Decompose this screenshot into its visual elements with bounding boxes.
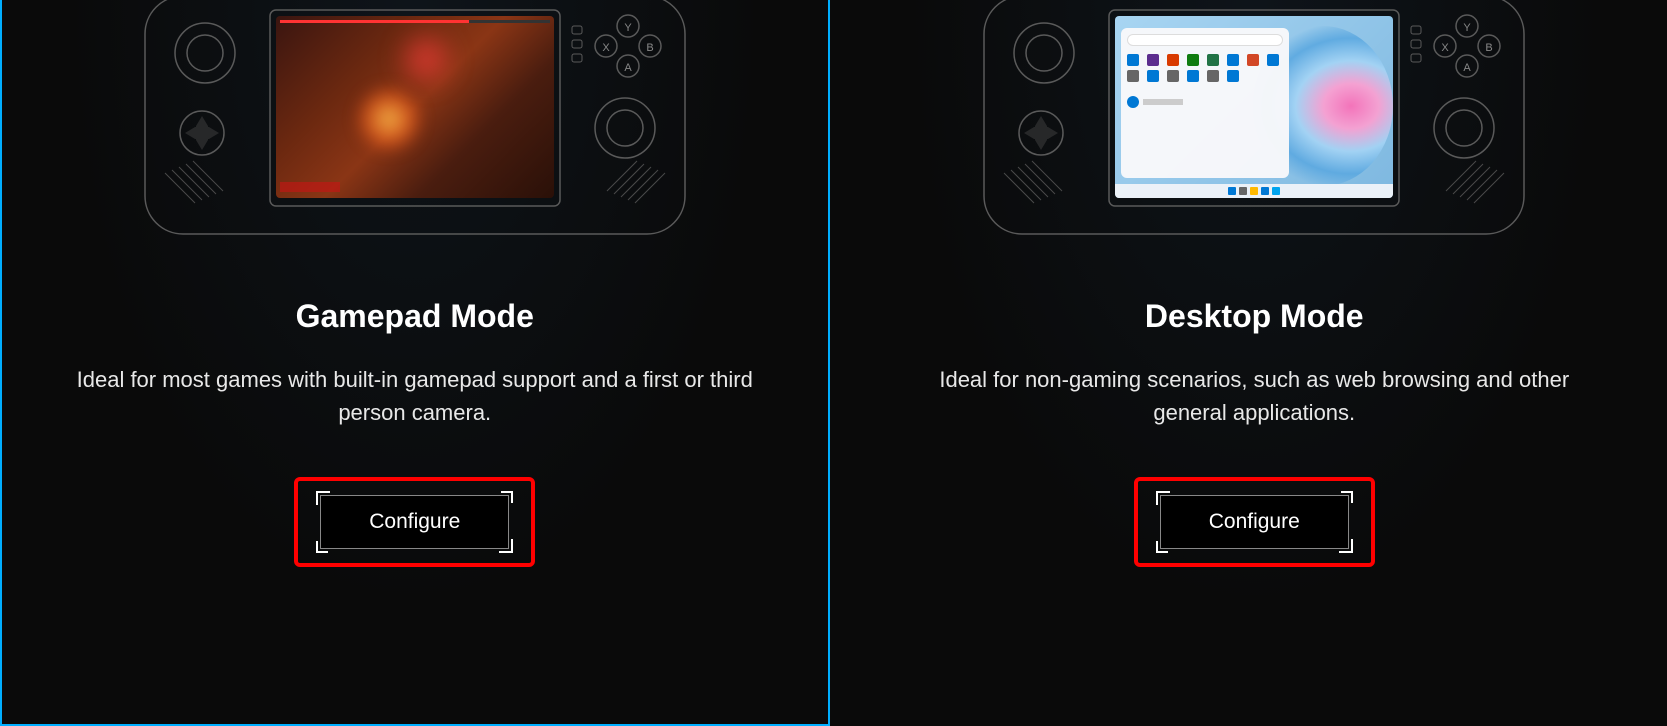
gamepad-configure-highlight: Configure [294,477,535,567]
desktop-mode-card[interactable]: Y X B A [842,0,1667,726]
gamepad-mode-title: Gamepad Mode [296,298,534,335]
svg-text:Y: Y [1464,22,1472,34]
svg-text:A: A [1464,62,1472,74]
desktop-mode-title: Desktop Mode [1145,298,1364,335]
desktop-windows-preview [1115,16,1393,198]
desktop-configure-highlight: Configure [1134,477,1375,567]
windows-taskbar [1115,184,1393,198]
gamepad-mode-description: Ideal for most games with built-in gamep… [75,363,755,429]
gamepad-mode-card[interactable]: Y X B A Gamepad Mode Ideal for most game… [0,0,830,726]
svg-text:B: B [1486,42,1493,54]
svg-text:A: A [624,62,632,74]
handheld-device-illustration: Y X B A [130,0,700,238]
svg-text:X: X [1442,42,1450,54]
svg-text:Y: Y [624,22,632,34]
gamepad-configure-button[interactable]: Configure [320,495,509,549]
gamepad-configure-label: Configure [369,510,460,533]
gamepad-game-preview [276,16,554,198]
handheld-device-illustration: Y X B A [969,0,1539,238]
desktop-configure-button[interactable]: Configure [1160,495,1349,549]
desktop-mode-description: Ideal for non-gaming scenarios, such as … [914,363,1594,429]
windows-start-menu [1121,28,1289,178]
desktop-configure-label: Configure [1209,510,1300,533]
svg-text:B: B [646,42,653,54]
card-divider [830,0,842,726]
svg-text:X: X [602,42,610,54]
